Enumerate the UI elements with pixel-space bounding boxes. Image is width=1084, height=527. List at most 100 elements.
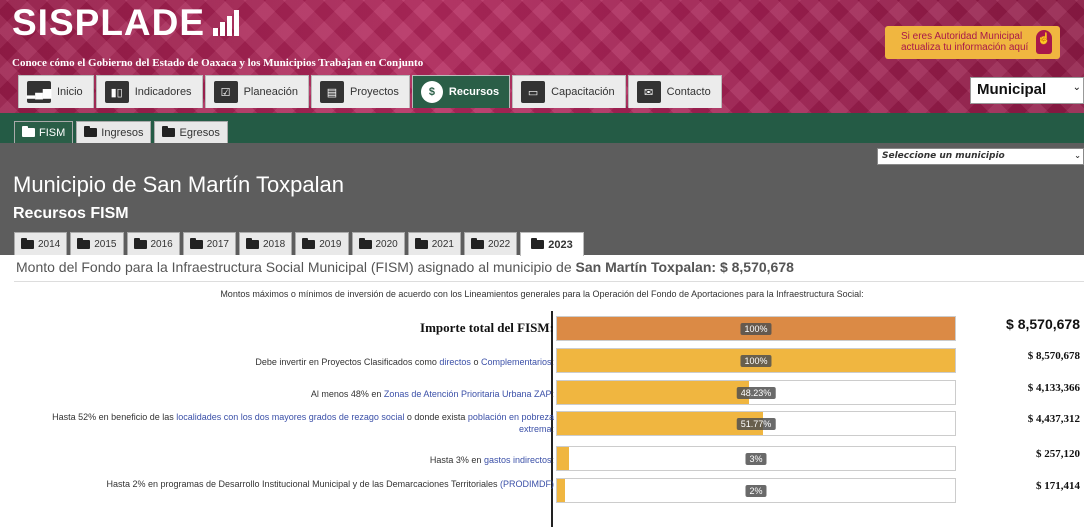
folder-icon [358,237,372,249]
municipio-title: Municipio de San Martín Toxpalan [13,172,345,197]
year-tab-2020[interactable]: 2020 [351,232,405,255]
fism-municipio-name: San Martín Toxpalan: [575,259,717,275]
folder-icon [246,237,259,249]
nav-tab-label: Indicadores [134,86,192,98]
label-text: Debe invertir en Proyectos Clasificados … [255,357,440,367]
nav-tab-label: Proyectos [350,86,399,98]
guideline-link[interactable]: población en pobreza extrema [468,412,554,434]
nav-tab-indicadores[interactable]: ▮▯ Indicadores [95,75,203,108]
checklist-icon: ☑ [213,81,238,103]
nav-tab-inicio[interactable]: ▂▄▆ Inicio [18,75,94,108]
year-tab-2023[interactable]: 2023 [520,232,584,256]
resource-subtabs: FISM Ingresos Egresos [14,121,228,143]
percent-label: 3% [745,452,767,465]
year-tab-label: 2017 [206,238,229,250]
divider [14,281,1084,282]
year-tab-2014[interactable]: 2014 [14,232,68,255]
investment-amount: $ 8,570,678 [1006,316,1080,332]
municipio-select-value: Seleccione un municipio [882,151,1005,161]
year-tab-2018[interactable]: 2018 [239,232,293,255]
year-tab-label: 2020 [375,238,398,250]
year-tab-2015[interactable]: 2015 [70,232,124,255]
guideline-link[interactable]: Complementarios [481,357,552,367]
main-nav: ▂▄▆ Inicio ▮▯ Indicadores ☑ Planeación ▤ Proyec… [18,75,722,108]
label-text: : [551,389,554,399]
region-select[interactable]: Municipal ⌄ [970,77,1084,104]
nav-tab-recursos[interactable]: $ Recursos [411,75,511,108]
progress-fill [557,447,569,470]
investment-row-label: Al menos 48% en Zonas de Atención Priori… [14,388,554,400]
progress-fill [557,381,749,404]
investment-intro: Montos máximos o mínimos de inversión de… [220,289,864,299]
authority-update-link[interactable]: Si eres Autoridad Municipal actualiza tu… [885,26,1060,59]
municipio-select[interactable]: Seleccione un municipio ⌄ [877,148,1084,165]
app-root: SISPLADE Conoce cómo el Gobierno del Est… [0,0,1084,527]
subtab-label: Egresos [179,126,220,139]
investment-row: Hasta 2% en programas de Desarrollo Inst… [0,478,1084,506]
investment-row-label: Importe total del FISM: [14,321,554,334]
folder-icon [77,237,91,249]
year-tabs: 2014 2015 2016 2017 2018 2019 2020 2021 2022 2023 [14,232,584,256]
subtab-egresos[interactable]: Egresos [154,121,228,143]
label-text: o [470,357,481,367]
guideline-link[interactable]: localidades con los dos mayores grados d… [176,412,404,422]
fism-amount-prefix: Monto del Fondo para la Infraestructura … [16,259,576,275]
nav-tab-contacto[interactable]: ✉ Contacto [627,75,722,108]
brand-name: SISPLADE [12,2,206,43]
progress-fill [557,479,565,502]
investment-row: Importe total del FISM: 100% $ 8,570,678 [0,316,1084,344]
fism-amount-summary: Monto del Fondo para la Infraestructura … [16,259,794,275]
presentation-icon: ▭ [521,81,546,103]
authority-line-2: actualiza tu información aquí [901,42,1029,53]
subtab-fism[interactable]: FISM [14,121,74,143]
nav-tab-capacitacion[interactable]: ▭ Capacitación [512,75,626,108]
subtab-label: FISM [39,126,66,139]
folder-icon [84,126,98,137]
year-tab-label: 2021 [431,238,454,250]
investment-progress-bar: 3% [556,446,956,471]
investment-row-label: Debe invertir en Proyectos Clasificados … [14,356,554,368]
year-tab-label: 2015 [94,238,117,250]
year-tab-2019[interactable]: 2019 [295,232,349,255]
investment-row: Hasta 3% en gastos indirectos: 3% $ 257,12… [0,446,1084,474]
percent-label: 48.23% [736,386,776,399]
investment-amount: $ 257,120 [1036,448,1080,460]
folder-icon [471,237,484,249]
percent-label: 100% [740,354,772,367]
folder-icon [21,237,34,249]
site-logo[interactable]: SISPLADE [12,2,240,44]
year-tab-2022[interactable]: 2022 [464,232,518,255]
subtab-ingresos[interactable]: Ingresos [76,121,152,143]
percent-label: 100% [740,322,772,335]
nav-tab-planeacion[interactable]: ☑ Planeación [204,75,309,108]
fism-total-amount: $ 8,570,678 [719,259,794,275]
chevron-down-icon: ⌄ [1072,82,1081,93]
investment-row: Hasta 52% en beneficio de las localidade… [0,411,1084,439]
guideline-link[interactable]: (PRODIMDF) [500,479,554,489]
investment-row-label: Hasta 52% en beneficio de las localidade… [44,411,554,435]
guideline-link[interactable]: Zonas de Atención Prioritaria Urbana ZAP [384,389,552,399]
nav-tab-label: Capacitación [551,86,615,98]
guideline-link[interactable]: directos [439,357,471,367]
folder-icon [162,126,176,137]
label-text: : [551,424,554,434]
year-tab-2021[interactable]: 2021 [407,232,461,255]
investment-row: Al menos 48% en Zonas de Atención Priori… [0,380,1084,408]
year-tab-label: 2018 [263,238,286,250]
label-text: Hasta 52% en beneficio de las [52,412,177,422]
guideline-link[interactable]: gastos indirectos [484,455,552,465]
year-tab-2017[interactable]: 2017 [182,232,236,255]
nav-tab-label: Inicio [57,86,83,98]
nav-tab-proyectos[interactable]: ▤ Proyectos [311,75,410,108]
year-tab-label: 2023 [548,238,573,251]
label-text: Hasta 2% en programas de Desarrollo Inst… [106,479,500,489]
year-tab-2016[interactable]: 2016 [126,232,180,255]
nav-tab-label: Recursos [448,86,500,98]
investment-amount: $ 4,437,312 [1027,413,1080,425]
investment-row-label: Hasta 3% en gastos indirectos: [14,454,554,466]
year-tab-label: 2022 [488,238,511,250]
investment-row-label: Hasta 2% en programas de Desarrollo Inst… [44,478,554,490]
investment-progress-bar: 100% [556,316,956,341]
year-tab-label: 2019 [319,238,342,250]
region-select-value: Municipal [977,81,1047,98]
